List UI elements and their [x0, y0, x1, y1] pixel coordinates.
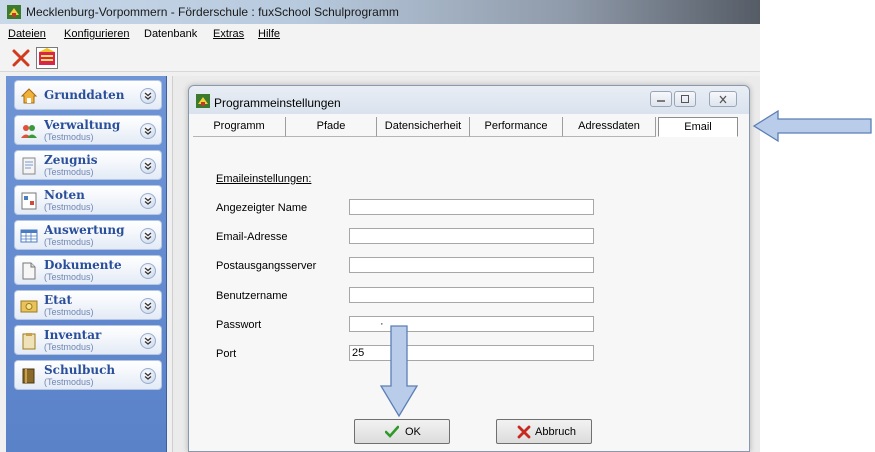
chevron-down-icon[interactable]: [140, 88, 156, 104]
sidebar-item-label: Dokumente: [44, 258, 122, 272]
tab-adressdaten[interactable]: Adressdaten: [563, 117, 656, 137]
chevron-down-icon[interactable]: [140, 263, 156, 279]
checkmark-icon: [385, 425, 399, 438]
cancel-button[interactable]: Abbruch: [496, 419, 592, 444]
field-label-server: Postausgangsserver: [216, 260, 317, 272]
username-field[interactable]: [349, 287, 594, 303]
chevron-down-icon[interactable]: [140, 123, 156, 139]
chevron-down-icon[interactable]: [140, 193, 156, 209]
section-title: Emaileinstellungen:: [216, 173, 312, 185]
sidebar-item-auswertung[interactable]: Auswertung (Testmodus): [14, 220, 162, 250]
people-icon: [21, 125, 37, 138]
menu-hilfe[interactable]: Hilfe: [258, 28, 280, 40]
field-label-port: Port: [216, 348, 237, 360]
chevron-down-icon[interactable]: [140, 333, 156, 349]
app-icon: [196, 94, 210, 108]
sidebar-item-subtitle: (Testmodus): [44, 377, 94, 387]
menu-datenbank[interactable]: Datenbank: [144, 28, 197, 40]
cancel-x-icon: [517, 425, 531, 439]
sidebar-item-subtitle: (Testmodus): [44, 167, 94, 177]
display-name-field[interactable]: [349, 199, 594, 215]
field-label-email: Email-Adresse: [216, 231, 288, 243]
close-icon: [719, 95, 727, 104]
email-field[interactable]: [349, 228, 594, 244]
document-icon: [22, 262, 36, 280]
tab-performance[interactable]: Performance: [470, 117, 563, 137]
dialog-title: Programmeinstellungen: [214, 96, 341, 110]
menu-konfigurieren[interactable]: Konfigurieren: [64, 28, 129, 40]
smtp-server-field[interactable]: [349, 257, 594, 273]
sidebar-item-verwaltung[interactable]: Verwaltung (Testmodus): [14, 115, 162, 145]
app-icon: [7, 5, 21, 19]
sidebar-item-label: Inventar: [44, 328, 102, 342]
sidebar-item-zeugnis[interactable]: Zeugnis (Testmodus): [14, 150, 162, 180]
sidebar-item-etat[interactable]: Etat (Testmodus): [14, 290, 162, 320]
title-bar: Mecklenburg-Vorpommern - Förderschule : …: [0, 0, 760, 24]
chevron-down-icon[interactable]: [140, 228, 156, 244]
sidebar-item-label: Etat: [44, 293, 73, 307]
sidebar-item-label: Schulbuch: [44, 363, 116, 377]
sidebar-item-subtitle: (Testmodus): [44, 132, 94, 142]
sidebar-item-noten[interactable]: Noten (Testmodus): [14, 185, 162, 215]
certificate-icon: [22, 157, 36, 175]
sidebar-item-subtitle: (Testmodus): [44, 202, 94, 212]
chevron-down-icon[interactable]: [140, 368, 156, 384]
minimize-button[interactable]: [650, 91, 672, 107]
tab-datensicherheit[interactable]: Datensicherheit: [377, 117, 470, 137]
field-label-password: Passwort: [216, 319, 262, 331]
window-title: Mecklenburg-Vorpommern - Förderschule : …: [26, 5, 399, 19]
table-icon: [20, 229, 38, 243]
sidebar-item-subtitle: (Testmodus): [44, 237, 94, 247]
grades-icon: [21, 192, 37, 210]
ok-button[interactable]: OK: [354, 419, 450, 444]
maximize-icon: [681, 95, 689, 103]
menu-extras[interactable]: Extras: [213, 28, 244, 40]
sidebar-item-subtitle: (Testmodus): [44, 272, 94, 282]
book-icon: [22, 368, 35, 384]
close-x-icon[interactable]: [10, 47, 32, 69]
sidebar-item-label: Zeugnis: [44, 153, 98, 167]
close-button[interactable]: [709, 91, 737, 107]
tab-email[interactable]: Email: [658, 117, 738, 137]
field-label-name: Angezeigter Name: [216, 202, 308, 214]
budget-icon: [20, 300, 38, 313]
clipboard-icon: [22, 333, 36, 350]
maximize-button[interactable]: [674, 91, 696, 107]
toolbar: [0, 44, 760, 72]
sidebar-item-grunddaten[interactable]: Grunddaten: [14, 80, 162, 110]
sidebar: Grunddaten Verwaltung (Testmodus) Zeugni…: [6, 76, 167, 452]
sidebar-item-label: Auswertung: [44, 223, 125, 237]
settings-dialog: Programmeinstellungen Programm Pfade Dat…: [188, 85, 750, 452]
sidebar-item-label: Noten: [44, 188, 85, 202]
ok-label: OK: [405, 426, 421, 438]
sidebar-item-inventar[interactable]: Inventar (Testmodus): [14, 325, 162, 355]
sidebar-item-subtitle: (Testmodus): [44, 307, 94, 317]
house-icon: [20, 88, 38, 104]
sidebar-item-subtitle: (Testmodus): [44, 342, 94, 352]
menu-bar: Dateien Konfigurieren Datenbank Extras H…: [0, 24, 760, 44]
tab-pfade[interactable]: Pfade: [286, 117, 377, 137]
chevron-down-icon[interactable]: [140, 158, 156, 174]
sidebar-item-dokumente[interactable]: Dokumente (Testmodus): [14, 255, 162, 285]
minimize-icon: [657, 100, 665, 102]
sidebar-item-schulbuch[interactable]: Schulbuch (Testmodus): [14, 360, 162, 390]
chevron-down-icon[interactable]: [140, 298, 156, 314]
tab-programm[interactable]: Programm: [193, 117, 286, 137]
dialog-title-bar: Programmeinstellungen: [189, 86, 749, 114]
annotation-arrow-left-icon: [752, 109, 872, 143]
menu-dateien[interactable]: Dateien: [8, 28, 46, 40]
school-app-icon[interactable]: [36, 47, 58, 69]
cancel-label: Abbruch: [535, 426, 576, 438]
sidebar-item-label: Verwaltung: [44, 118, 121, 132]
sidebar-item-label: Grunddaten: [44, 88, 125, 102]
annotation-arrow-down-icon: [379, 325, 419, 418]
field-label-username: Benutzername: [216, 290, 288, 302]
